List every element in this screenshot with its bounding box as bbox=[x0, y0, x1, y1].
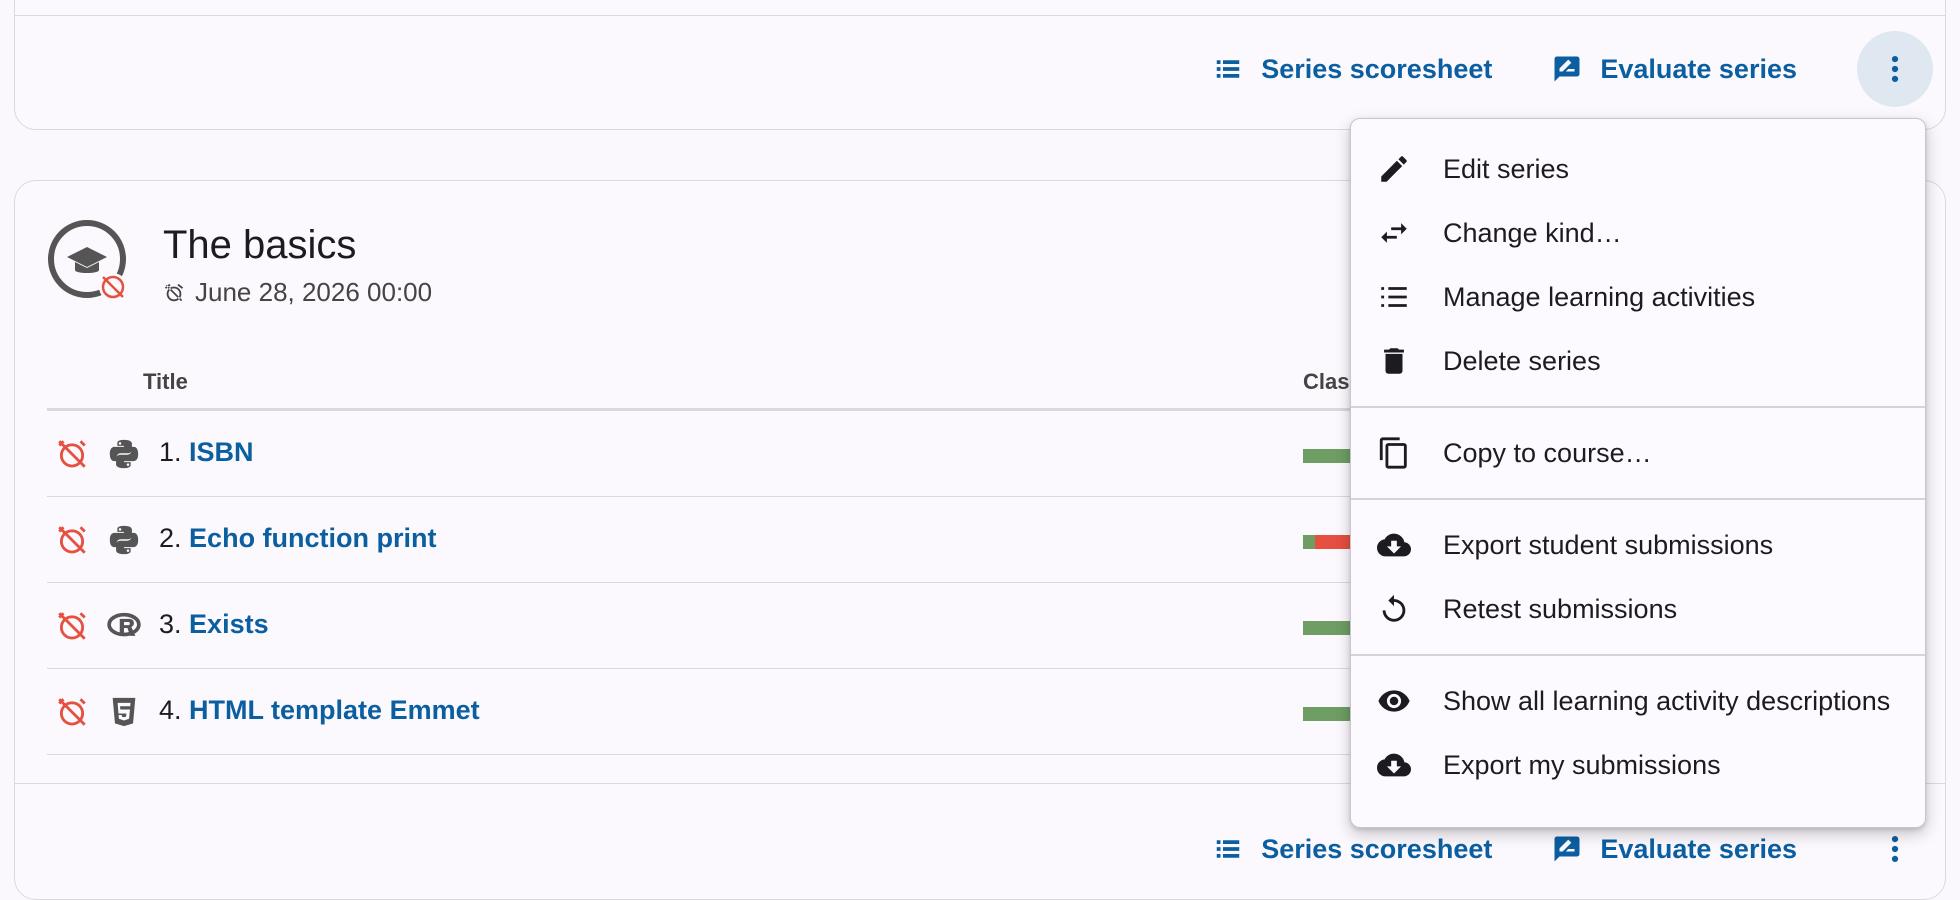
menu-item-retest-submissions[interactable]: Retest submissions bbox=[1351, 577, 1925, 641]
deadline-missed-icon bbox=[55, 437, 89, 471]
rate-review-icon bbox=[1554, 836, 1580, 862]
python-icon bbox=[109, 439, 139, 469]
alarm-off-icon bbox=[58, 698, 86, 726]
series-scoresheet-link[interactable]: Series scoresheet bbox=[1213, 834, 1492, 865]
html5-icon bbox=[112, 697, 136, 727]
copy-icon bbox=[1379, 437, 1407, 469]
menu-item-delete-series[interactable]: Delete series bbox=[1351, 329, 1925, 393]
evaluate-series-label: Evaluate series bbox=[1600, 53, 1797, 84]
menu-item-export-student-submissions[interactable]: Export student submissions bbox=[1351, 513, 1925, 577]
python-icon bbox=[107, 523, 141, 557]
evaluate-series-label: Evaluate series bbox=[1600, 833, 1797, 864]
html5-icon bbox=[107, 695, 141, 729]
activity-number: 1. bbox=[159, 437, 182, 467]
deadline-missed-icon bbox=[55, 523, 89, 557]
menu-item-label: Manage learning activities bbox=[1443, 281, 1756, 312]
alarm-off-icon bbox=[164, 283, 184, 301]
trash-icon bbox=[1384, 348, 1404, 374]
python-icon bbox=[107, 437, 141, 471]
series-deadline: June 28, 2026 00:00 bbox=[163, 277, 432, 308]
menu-item-export-my-submissions[interactable]: Export my submissions bbox=[1351, 733, 1925, 797]
pencil-icon bbox=[1381, 156, 1407, 182]
menu-item-label: Show all learning activity descriptions bbox=[1443, 685, 1891, 716]
menu-item-label: Edit series bbox=[1443, 153, 1570, 184]
menu-item-show-all-learning-activity-descriptions[interactable]: Show all learning activity descriptions bbox=[1351, 669, 1925, 733]
activity-link[interactable]: HTML template Emmet bbox=[189, 695, 480, 725]
more-options-button[interactable] bbox=[1857, 31, 1933, 107]
r-language-icon bbox=[107, 609, 141, 643]
series-title: The basics bbox=[163, 223, 357, 267]
list-icon bbox=[1381, 287, 1407, 307]
menu-item-change-kind[interactable]: Change kind… bbox=[1351, 201, 1925, 265]
list-icon bbox=[1216, 840, 1240, 858]
activity-title: 1. ISBN bbox=[159, 437, 254, 468]
menu-divider bbox=[1351, 498, 1925, 500]
series-header: The basics June 28, 2026 00:00 bbox=[47, 219, 432, 308]
menu-item-manage-learning-activities[interactable]: Manage learning activities bbox=[1351, 265, 1925, 329]
alarm-off-icon bbox=[58, 526, 86, 554]
series-card-previous: Series scoresheet Evaluate series bbox=[14, 0, 1946, 130]
list-icon bbox=[1216, 60, 1240, 78]
eye-icon bbox=[1378, 690, 1410, 712]
activity-number: 3. bbox=[159, 609, 182, 639]
activity-title: 2. Echo function print bbox=[159, 523, 437, 554]
card-divider bbox=[15, 15, 1945, 16]
series-scoresheet-label: Series scoresheet bbox=[1261, 53, 1493, 84]
deadline-missed-icon bbox=[55, 609, 89, 643]
activity-number: 4. bbox=[159, 695, 182, 725]
column-header-title: Title bbox=[143, 369, 188, 394]
menu-item-edit-series[interactable]: Edit series bbox=[1351, 137, 1925, 201]
more-vertical-icon bbox=[1891, 55, 1899, 83]
menu-divider bbox=[1351, 406, 1925, 408]
swap-icon bbox=[1381, 223, 1407, 243]
series-options-menu: Edit series Change kind… Manage learning a… bbox=[1350, 118, 1926, 828]
menu-item-label: Copy to course… bbox=[1443, 437, 1652, 468]
menu-item-label: Delete series bbox=[1443, 345, 1601, 376]
menu-item-label: Export my submissions bbox=[1443, 749, 1721, 780]
activity-number: 2. bbox=[159, 523, 182, 553]
deadline-missed-icon bbox=[55, 695, 89, 729]
evaluate-series-link[interactable]: Evaluate series bbox=[1552, 834, 1797, 865]
evaluate-series-link[interactable]: Evaluate series bbox=[1552, 54, 1797, 85]
alarm-off-icon bbox=[58, 440, 86, 468]
python-icon bbox=[109, 525, 139, 555]
menu-item-label: Change kind… bbox=[1443, 217, 1622, 248]
menu-item-label: Export student submissions bbox=[1443, 529, 1774, 560]
menu-divider bbox=[1351, 654, 1925, 656]
activity-link[interactable]: Echo function print bbox=[189, 523, 436, 553]
series-scoresheet-link[interactable]: Series scoresheet bbox=[1213, 54, 1492, 85]
cloud-download-icon bbox=[1377, 533, 1411, 557]
rate-review-icon bbox=[1554, 56, 1580, 82]
restart-icon bbox=[1382, 594, 1406, 622]
series-graduation-icon bbox=[47, 219, 131, 303]
activity-title: 4. HTML template Emmet bbox=[159, 695, 480, 726]
r-language-icon bbox=[107, 612, 141, 637]
cloud-download-icon bbox=[1377, 753, 1411, 777]
series-actions: Series scoresheet Evaluate series bbox=[1213, 31, 1945, 107]
series-scoresheet-label: Series scoresheet bbox=[1261, 833, 1493, 864]
deadline-text: June 28, 2026 00:00 bbox=[195, 277, 433, 307]
menu-item-label: Retest submissions bbox=[1443, 593, 1678, 624]
alarm-off-icon bbox=[58, 612, 86, 640]
activity-link[interactable]: Exists bbox=[189, 609, 269, 639]
activity-link[interactable]: ISBN bbox=[189, 437, 254, 467]
menu-item-copy-to-course[interactable]: Copy to course… bbox=[1351, 421, 1925, 485]
activity-title: 3. Exists bbox=[159, 609, 269, 640]
more-vertical-icon bbox=[1891, 835, 1899, 863]
